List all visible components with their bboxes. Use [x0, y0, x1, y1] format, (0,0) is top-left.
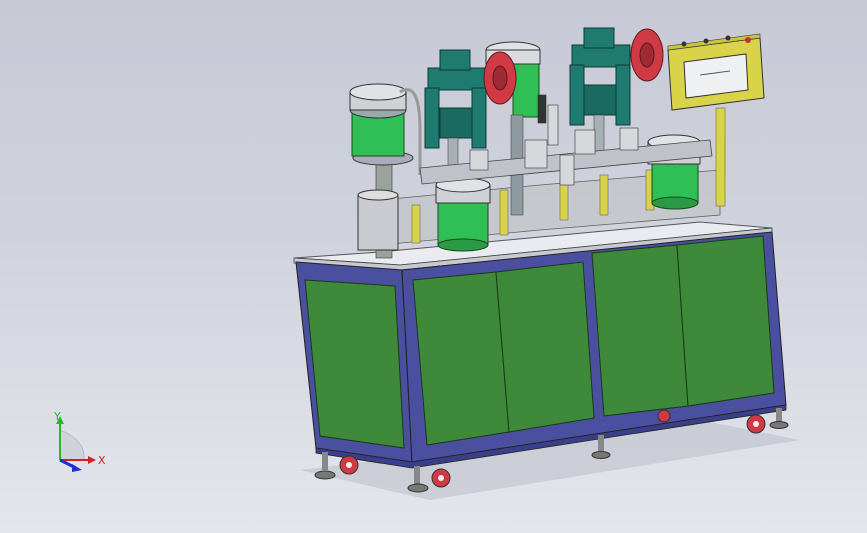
machine-model[interactable]	[0, 0, 867, 533]
rail-post-1	[411, 204, 421, 244]
rail-post-2	[499, 189, 509, 236]
panel-stand-post	[715, 107, 726, 207]
motor-wheel-left	[483, 51, 517, 105]
cabinet-left-panel[interactable]	[304, 279, 405, 449]
z-axis-arrow-icon	[72, 464, 82, 472]
bowl-feeder-middle[interactable]	[435, 177, 491, 252]
motor-wheel-right	[630, 28, 664, 82]
triad-plane-icon	[59, 429, 85, 461]
cabinet-door-2[interactable]	[495, 261, 595, 433]
cabinet-door-4[interactable]	[676, 235, 775, 407]
x-axis-arrow-icon	[88, 456, 96, 464]
hopper-lower-left[interactable]	[357, 189, 399, 251]
cad-viewport[interactable]: Y X	[0, 0, 867, 533]
hmi-control-panel[interactable]	[667, 33, 765, 111]
rail-post-4	[599, 174, 609, 216]
cabinet-door-3[interactable]	[591, 244, 689, 417]
cabinet-door-1[interactable]	[412, 271, 510, 446]
x-axis-label: X	[98, 454, 106, 467]
y-axis-label: Y	[53, 410, 61, 423]
rail-post-3	[559, 179, 569, 221]
coordinate-triad[interactable]: Y X	[46, 408, 116, 478]
